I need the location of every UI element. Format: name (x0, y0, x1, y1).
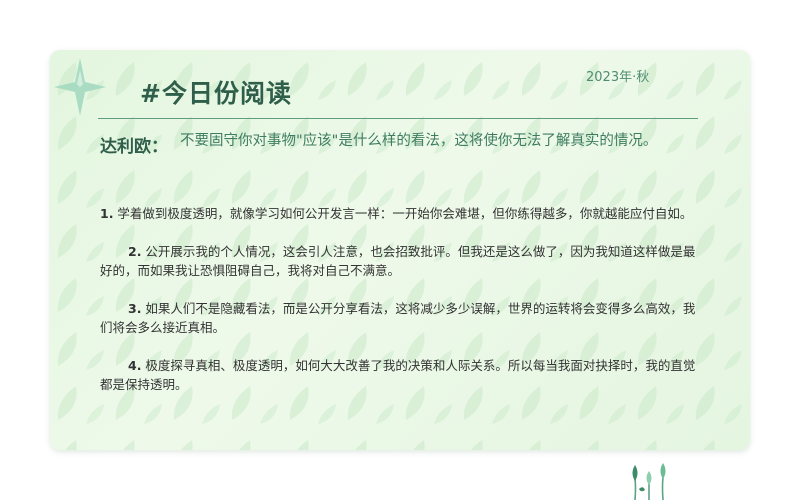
point-number: 1. (100, 206, 114, 221)
point-item-1: 1. 学着做到极度透明，就像学习如何公开发言一样：一开始你会难堪，但你练得越多，… (100, 204, 700, 223)
points-list: 1. 学着做到极度透明，就像学习如何公开发言一样：一开始你会难堪，但你练得越多，… (100, 204, 700, 413)
four-point-star-icon (54, 58, 106, 116)
point-text: 学着做到极度透明，就像学习如何公开发言一样：一开始你会难堪，但你练得越多，你就越… (113, 206, 693, 221)
divider (98, 118, 698, 119)
page-title: #今日份阅读 (140, 79, 292, 108)
point-item-3: 3. 如果人们不是隐藏看法，而是公开分享看法，这将减少多少误解，世界的运转将会变… (100, 299, 700, 337)
sprout-icon (632, 463, 666, 500)
point-number: 2. (128, 244, 142, 259)
point-text: 如果人们不是隐藏看法，而是公开分享看法，这将减少多少误解，世界的运转将会变得多么… (100, 301, 696, 335)
reading-card: #今日份阅读 2023年·秋 达利欧： 不要固守你对事物"应该"是什么样的看法，… (50, 50, 750, 450)
point-text: 极度探寻真相、极度透明，如何大大改善了我的决策和人际关系。所以每当我面对抉择时，… (100, 358, 696, 392)
point-item-4: 4. 极度探寻真相、极度透明，如何大大改善了我的决策和人际关系。所以每当我面对抉… (100, 356, 700, 394)
quote-author: 达利欧： (100, 137, 168, 157)
point-item-2: 2. 公开展示我的个人情况，这会引人注意，也会招致批评。但我还是这么做了，因为我… (100, 242, 700, 280)
point-number: 4. (128, 358, 142, 373)
point-text: 公开展示我的个人情况，这会引人注意，也会招致批评。但我还是这么做了，因为我知道这… (100, 244, 696, 278)
quote-text: 不要固守你对事物"应该"是什么样的看法，这将使你无法了解真实的情况。 (180, 133, 658, 149)
point-number: 3. (128, 301, 142, 316)
season-label: 2023年·秋 (586, 70, 650, 85)
